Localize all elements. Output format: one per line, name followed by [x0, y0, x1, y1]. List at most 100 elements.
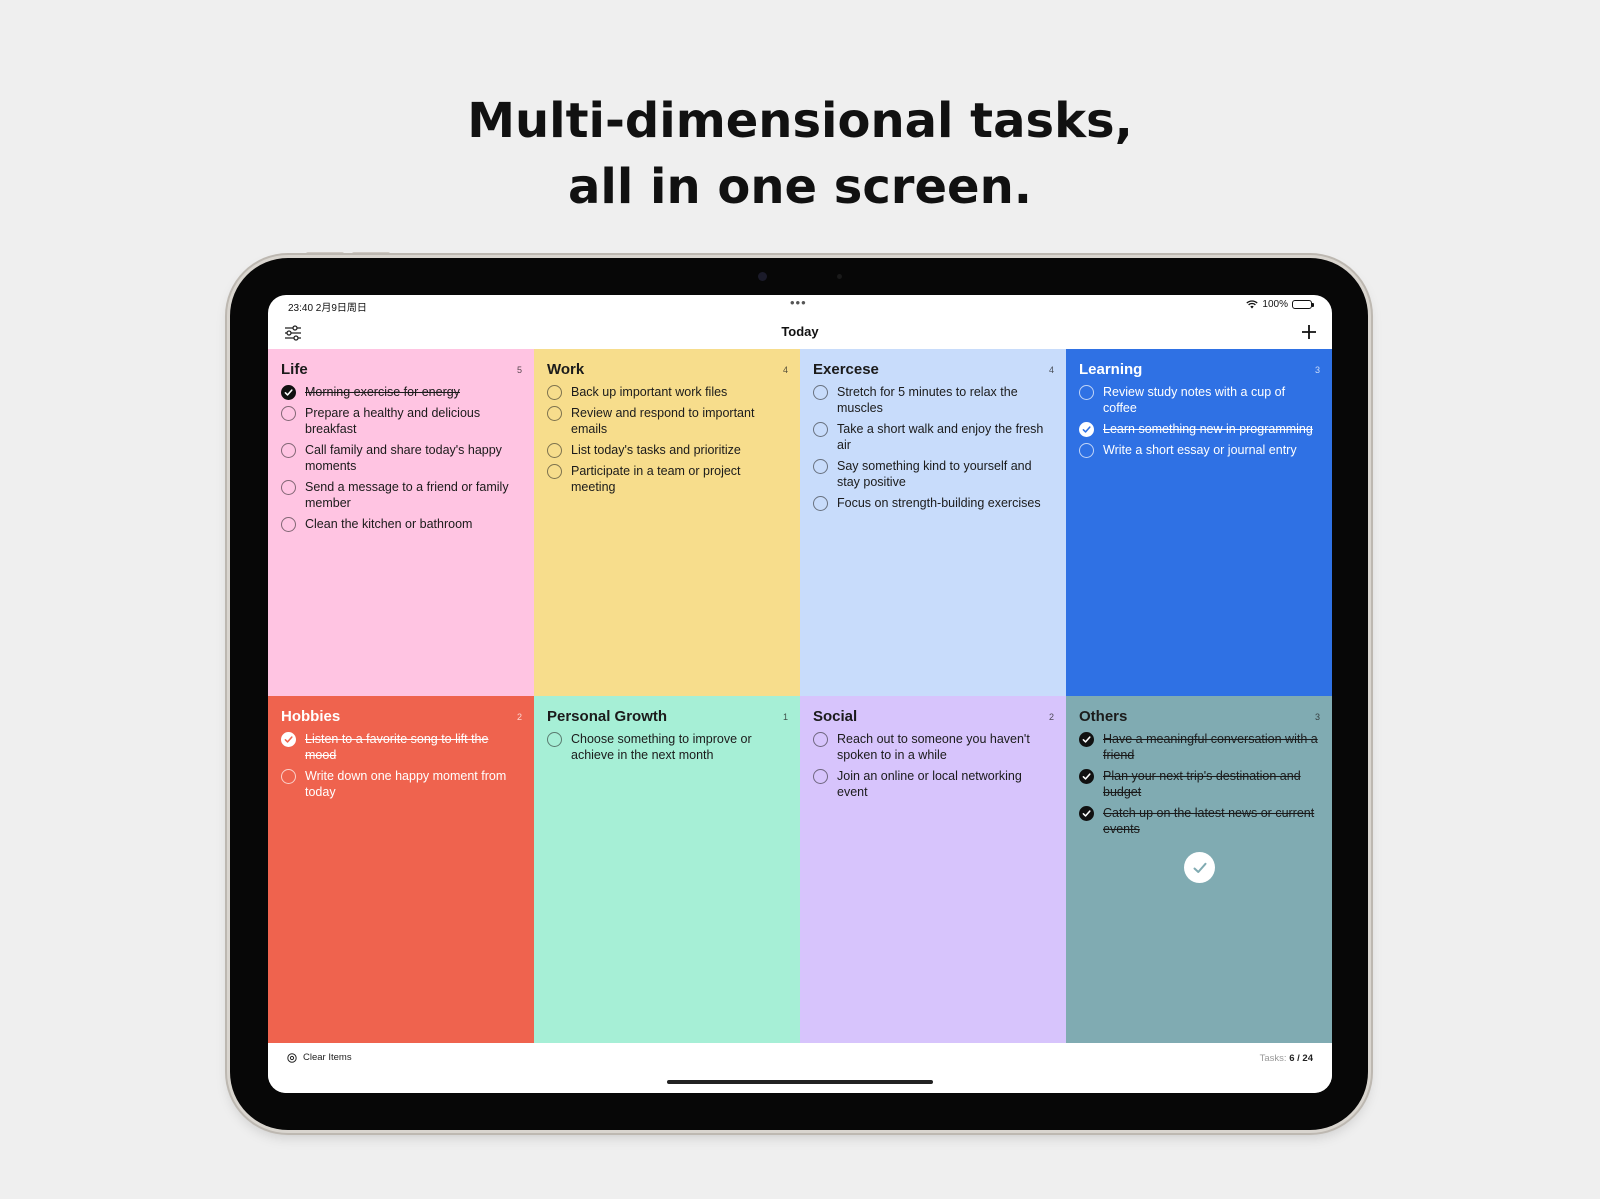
task-item[interactable]: Stretch for 5 minutes to relax the muscl…: [813, 384, 1054, 416]
task-item[interactable]: Catch up on the latest news or current e…: [1079, 805, 1320, 837]
category-panel-life[interactable]: Life 5 Morning exercise for energy Prepare …: [268, 349, 534, 696]
top-button-right: [352, 252, 390, 256]
clear-items-label: Clear Items: [303, 1052, 352, 1063]
panel-title: Work: [547, 361, 585, 378]
task-text: Back up important work files: [571, 385, 728, 399]
task-item[interactable]: Send a message to a friend or family mem…: [281, 479, 522, 511]
task-item[interactable]: Participate in a team or project meeting: [547, 463, 788, 495]
unchecked-circle-icon[interactable]: [281, 769, 296, 784]
task-item[interactable]: Review study notes with a cup of coffee: [1079, 384, 1320, 416]
task-item[interactable]: Plan your next trip's destination and bu…: [1079, 768, 1320, 800]
navigation-bar: Today: [268, 315, 1332, 349]
panel-title: Personal Growth: [547, 708, 668, 725]
task-text: Participate in a team or project meeting: [571, 464, 741, 494]
unchecked-circle-icon[interactable]: [547, 732, 562, 747]
task-item[interactable]: Reach out to someone you haven't spoken …: [813, 731, 1054, 763]
unchecked-circle-icon[interactable]: [547, 443, 562, 458]
checked-circle-icon[interactable]: [1079, 806, 1094, 821]
task-text: Write down one happy moment from today: [305, 769, 507, 799]
task-item[interactable]: Say something kind to yourself and stay …: [813, 458, 1054, 490]
unchecked-circle-icon[interactable]: [813, 496, 828, 511]
unchecked-circle-icon[interactable]: [281, 517, 296, 532]
top-button-left: [306, 252, 344, 256]
task-item[interactable]: Back up important work files: [547, 384, 788, 400]
task-text: Take a short walk and enjoy the fresh ai…: [837, 422, 1044, 452]
category-panel-learning[interactable]: Learning 3 Review study notes with a cup o…: [1066, 349, 1332, 696]
headline-line-1: Multi-dimensional tasks,: [467, 93, 1133, 149]
panel-task-count: 4: [782, 365, 788, 375]
checked-circle-icon[interactable]: [281, 732, 296, 747]
task-item[interactable]: Learn something new in programming: [1079, 421, 1320, 437]
task-item[interactable]: Listen to a favorite song to lift the mo…: [281, 731, 522, 763]
unchecked-circle-icon[interactable]: [281, 443, 296, 458]
status-time-date: 23:40 2月9日周日: [288, 303, 367, 314]
panel-task-count: 4: [1048, 365, 1054, 375]
unchecked-circle-icon[interactable]: [813, 732, 828, 747]
task-item[interactable]: Write a short essay or journal entry: [1079, 442, 1320, 458]
category-panel-others[interactable]: Others 3 Have a meaningful conversation wi…: [1066, 696, 1332, 1043]
unchecked-circle-icon[interactable]: [1079, 385, 1094, 400]
panel-task-count: 2: [516, 712, 522, 722]
task-text: Choose something to improve or achieve i…: [571, 732, 752, 762]
home-indicator[interactable]: [667, 1080, 933, 1084]
panel-header: Learning 3: [1079, 361, 1320, 378]
checked-circle-icon[interactable]: [1079, 769, 1094, 784]
task-item[interactable]: Review and respond to important emails: [547, 405, 788, 437]
task-text: Focus on strength-building exercises: [837, 496, 1041, 510]
wifi-icon: [1246, 300, 1259, 309]
task-text: Morning exercise for energy: [305, 385, 460, 399]
panel-task-count: 3: [1314, 712, 1320, 722]
unchecked-circle-icon[interactable]: [547, 406, 562, 421]
category-panel-exercese[interactable]: Exercese 4 Stretch for 5 minutes to relax …: [800, 349, 1066, 696]
status-bar: 23:40 2月9日周日 ••• 100%: [268, 295, 1332, 315]
task-text: Listen to a favorite song to lift the mo…: [305, 732, 489, 762]
unchecked-circle-icon[interactable]: [813, 459, 828, 474]
unchecked-circle-icon[interactable]: [813, 422, 828, 437]
checked-circle-icon[interactable]: [1079, 732, 1094, 747]
clear-items-button[interactable]: Clear Items: [287, 1052, 352, 1063]
task-item[interactable]: Have a meaningful conversation with a fr…: [1079, 731, 1320, 763]
panel-title: Exercese: [813, 361, 879, 378]
multitasking-dots-icon[interactable]: •••: [790, 295, 807, 310]
unchecked-circle-icon[interactable]: [547, 464, 562, 479]
unchecked-circle-icon[interactable]: [281, 406, 296, 421]
panel-task-count: 5: [516, 365, 522, 375]
unchecked-circle-icon[interactable]: [547, 385, 562, 400]
task-item[interactable]: Write down one happy moment from today: [281, 768, 522, 800]
task-item[interactable]: Prepare a healthy and delicious breakfas…: [281, 405, 522, 437]
task-item[interactable]: Focus on strength-building exercises: [813, 495, 1054, 511]
task-text: Learn something new in programming: [1103, 422, 1313, 436]
task-item[interactable]: Join an online or local networking event: [813, 768, 1054, 800]
panel-header: Social 2: [813, 708, 1054, 725]
tasks-counter-value: 6 / 24: [1289, 1053, 1313, 1064]
task-text: Catch up on the latest news or current e…: [1103, 806, 1315, 836]
task-text: Write a short essay or journal entry: [1103, 443, 1297, 457]
clear-icon: [287, 1052, 297, 1063]
task-item[interactable]: Morning exercise for energy: [281, 384, 522, 400]
task-text: Send a message to a friend or family mem…: [305, 480, 509, 510]
task-item[interactable]: Take a short walk and enjoy the fresh ai…: [813, 421, 1054, 453]
panel-title: Life: [281, 361, 308, 378]
unchecked-circle-icon[interactable]: [813, 385, 828, 400]
category-panel-work[interactable]: Work 4 Back up important work files Review …: [534, 349, 800, 696]
bottom-bar: Clear Items Tasks: 6 / 24: [268, 1043, 1332, 1093]
category-panel-social[interactable]: Social 2 Reach out to someone you haven't …: [800, 696, 1066, 1043]
task-text: Stretch for 5 minutes to relax the muscl…: [837, 385, 1018, 415]
category-panel-hobbies[interactable]: Hobbies 2 Listen to a favorite song to lif…: [268, 696, 534, 1043]
task-item[interactable]: Clean the kitchen or bathroom: [281, 516, 522, 532]
panel-task-count: 1: [782, 712, 788, 722]
unchecked-circle-icon[interactable]: [813, 769, 828, 784]
checked-circle-icon[interactable]: [281, 385, 296, 400]
task-item[interactable]: Choose something to improve or achieve i…: [547, 731, 788, 763]
task-item[interactable]: Call family and share today's happy mome…: [281, 442, 522, 474]
camera-icon: [758, 272, 767, 281]
unchecked-circle-icon[interactable]: [281, 480, 296, 495]
panel-title: Social: [813, 708, 858, 725]
checked-circle-icon[interactable]: [1079, 422, 1094, 437]
plus-icon[interactable]: [1300, 323, 1318, 341]
unchecked-circle-icon[interactable]: [1079, 443, 1094, 458]
task-item[interactable]: List today's tasks and prioritize: [547, 442, 788, 458]
category-panel-personal-growth[interactable]: Personal Growth 1 Choose something to impr…: [534, 696, 800, 1043]
task-text: Prepare a healthy and delicious breakfas…: [305, 406, 481, 436]
battery-percent: 100%: [1262, 299, 1288, 310]
